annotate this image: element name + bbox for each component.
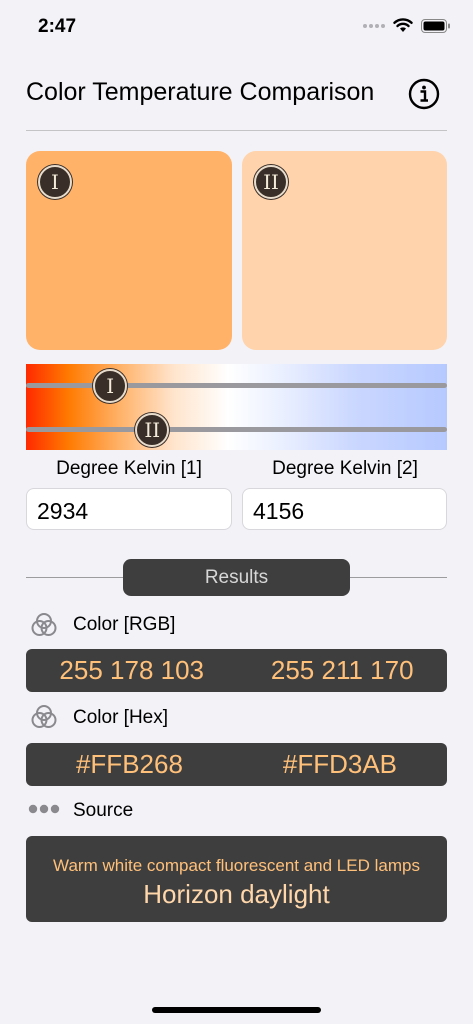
source-line-2: Horizon daylight bbox=[143, 879, 330, 909]
ellipsis-icon bbox=[28, 804, 60, 814]
color-swatch-1: I bbox=[26, 151, 232, 350]
kelvin-input-1[interactable]: 2934 bbox=[26, 488, 232, 530]
rgb-value-2: 255 211 170 bbox=[270, 655, 414, 685]
color-circles-icon bbox=[31, 613, 57, 636]
slider-thumb-1[interactable]: I bbox=[93, 369, 128, 403]
hex-value-1: #FFB268 bbox=[75, 749, 183, 779]
source-label: Source bbox=[73, 800, 134, 821]
slider-track-2[interactable] bbox=[26, 427, 447, 432]
status-icons bbox=[363, 18, 451, 33]
wifi-icon bbox=[393, 18, 413, 32]
source-panel: Warm white compact fluorescent and LED l… bbox=[26, 836, 447, 922]
page-title: Color Temperature Comparison bbox=[26, 78, 375, 106]
signal-icon bbox=[363, 23, 385, 28]
rgb-label: Color [RGB] bbox=[73, 614, 176, 635]
swatch-1-badge: I bbox=[38, 165, 72, 199]
hex-panel: #FFB268 #FFD3AB bbox=[26, 743, 447, 786]
temperature-gradient bbox=[26, 364, 447, 450]
info-icon[interactable] bbox=[408, 78, 440, 110]
status-time: 2:47 bbox=[38, 16, 77, 37]
hex-label: Color [Hex] bbox=[73, 707, 169, 728]
hex-value-2: #FFD3AB bbox=[282, 749, 398, 779]
kelvin-input-2[interactable]: 4156 bbox=[242, 488, 447, 530]
kelvin-label-1: Degree Kelvin [1] bbox=[56, 458, 202, 479]
color-swatch-2: II bbox=[242, 151, 447, 350]
rgb-value-1: 255 178 103 bbox=[59, 655, 205, 685]
header-divider bbox=[26, 130, 447, 131]
slider-track-1[interactable] bbox=[26, 383, 447, 388]
color-circles-icon bbox=[31, 705, 57, 728]
rgb-panel: 255 178 103 255 211 170 bbox=[26, 649, 447, 692]
battery-icon bbox=[421, 18, 450, 33]
home-indicator[interactable] bbox=[152, 1007, 321, 1013]
source-line-1: Warm white compact fluorescent and LED l… bbox=[53, 856, 420, 875]
results-button[interactable]: Results bbox=[123, 559, 350, 596]
kelvin-label-2: Degree Kelvin [2] bbox=[272, 458, 418, 479]
swatch-2-badge: II bbox=[254, 165, 288, 199]
